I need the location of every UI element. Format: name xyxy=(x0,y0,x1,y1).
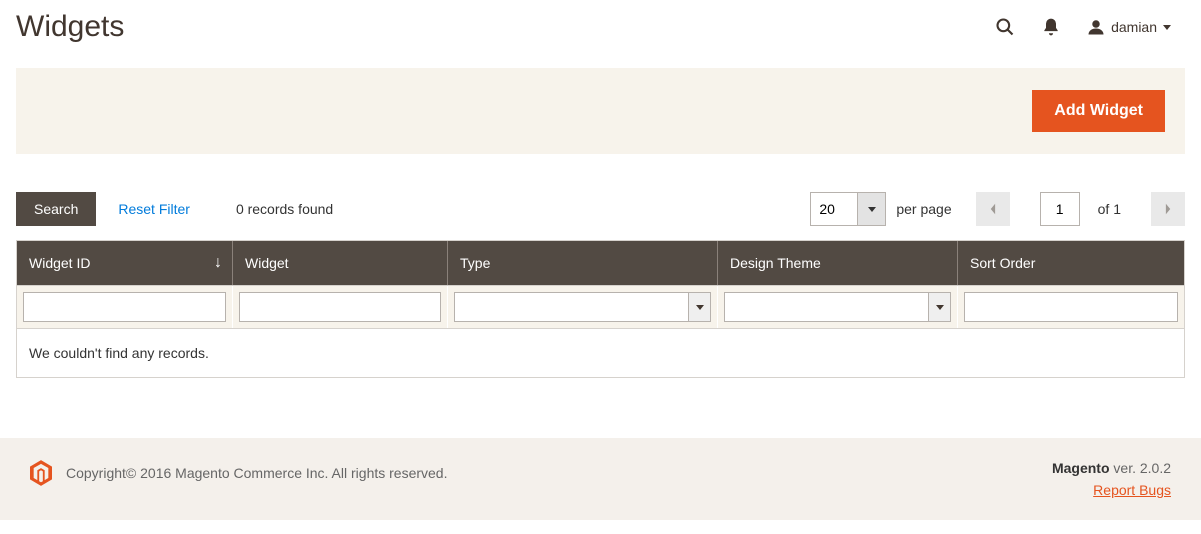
column-header-theme[interactable]: Design Theme xyxy=(717,241,957,285)
perpage-label: per page xyxy=(896,201,951,217)
column-header-id[interactable]: Widget ID ↓ xyxy=(17,241,232,285)
filter-id-input[interactable] xyxy=(23,292,226,322)
user-menu[interactable]: damian xyxy=(1087,18,1171,36)
magento-logo-icon xyxy=(30,460,52,486)
column-header-order[interactable]: Sort Order xyxy=(957,241,1184,285)
filter-type-select[interactable] xyxy=(454,292,711,322)
search-icon[interactable] xyxy=(995,17,1015,37)
action-bar: Add Widget xyxy=(16,68,1185,154)
of-pages-label: of 1 xyxy=(1098,201,1121,217)
perpage-dropdown[interactable] xyxy=(857,193,885,225)
perpage-input[interactable] xyxy=(811,193,857,225)
caret-down-icon xyxy=(1163,25,1171,30)
user-name: damian xyxy=(1111,19,1157,35)
caret-down-icon xyxy=(696,305,704,310)
footer: Copyright© 2016 Magento Commerce Inc. Al… xyxy=(0,438,1201,520)
search-button[interactable]: Search xyxy=(16,192,96,226)
user-icon xyxy=(1087,18,1105,36)
reset-filter-link[interactable]: Reset Filter xyxy=(118,201,190,217)
copyright-text: Copyright© 2016 Magento Commerce Inc. Al… xyxy=(66,465,448,481)
report-bugs-link[interactable]: Report Bugs xyxy=(1052,482,1171,498)
perpage-selector[interactable] xyxy=(810,192,886,226)
filter-order-input[interactable] xyxy=(964,292,1178,322)
add-widget-button[interactable]: Add Widget xyxy=(1032,90,1165,132)
notifications-icon[interactable] xyxy=(1041,17,1061,37)
topbar-actions: damian xyxy=(995,17,1171,37)
records-found: 0 records found xyxy=(236,201,333,217)
page-number-input[interactable] xyxy=(1040,192,1080,226)
caret-down-icon xyxy=(936,305,944,310)
table-filter-row xyxy=(17,285,1184,329)
table-header: Widget ID ↓ Widget Type Design Theme Sor… xyxy=(17,241,1184,285)
chevron-left-icon xyxy=(988,202,997,216)
widgets-table: Widget ID ↓ Widget Type Design Theme Sor… xyxy=(16,240,1185,378)
table-empty-message: We couldn't find any records. xyxy=(17,329,1184,377)
column-header-type[interactable]: Type xyxy=(447,241,717,285)
column-header-widget[interactable]: Widget xyxy=(232,241,447,285)
caret-down-icon xyxy=(868,207,876,212)
pager-prev-button[interactable] xyxy=(976,192,1010,226)
page-title: Widgets xyxy=(16,10,124,44)
version-text: Magento ver. 2.0.2 xyxy=(1052,460,1171,476)
sort-descending-icon: ↓ xyxy=(214,254,222,272)
column-header-label: Widget ID xyxy=(29,255,90,271)
chevron-right-icon xyxy=(1164,202,1173,216)
filter-widget-input[interactable] xyxy=(239,292,441,322)
filter-theme-select[interactable] xyxy=(724,292,951,322)
pager-next-button[interactable] xyxy=(1151,192,1185,226)
